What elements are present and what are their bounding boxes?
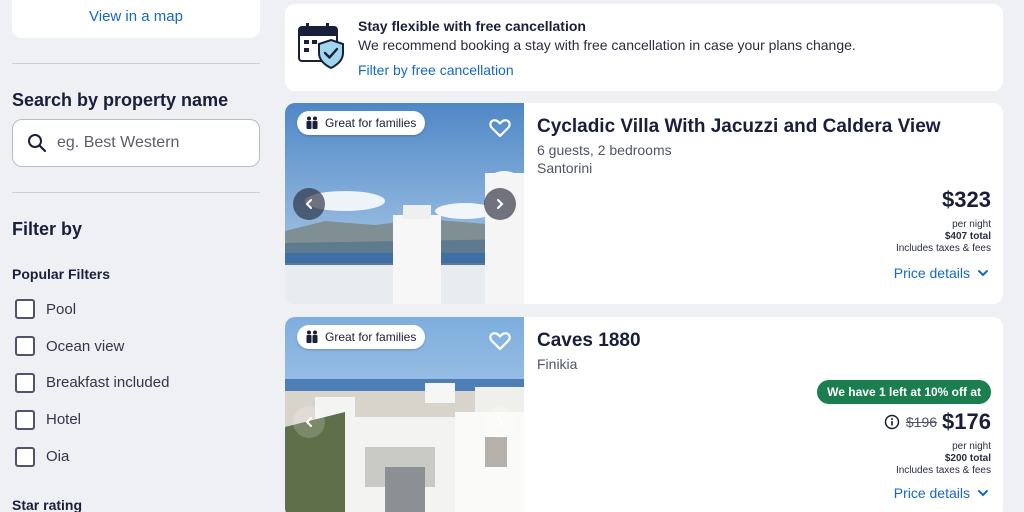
- chevron-right-icon: [497, 199, 504, 209]
- search-by-property-title: Search by property name: [12, 90, 229, 110]
- star-rating-title: Star rating: [12, 497, 83, 512]
- price-details-label: Price details: [893, 485, 970, 501]
- filter-pool[interactable]: Pool: [12, 291, 169, 328]
- popular-filters-list: Pool Ocean view Breakfast included Hotel…: [12, 291, 169, 475]
- checkbox[interactable]: [15, 409, 35, 430]
- checkbox[interactable]: [15, 336, 35, 357]
- family-icon: [306, 330, 318, 343]
- property-details: 6 guests, 2 bedrooms: [537, 142, 672, 158]
- chevron-right-icon: [497, 417, 504, 427]
- search-icon: [28, 134, 47, 153]
- next-image-button[interactable]: [484, 188, 516, 220]
- filter-label: Hotel: [46, 411, 82, 429]
- property-location: Santorini: [537, 160, 593, 176]
- family-icon: [306, 116, 318, 129]
- filter-label: Breakfast included: [46, 374, 170, 392]
- property-title[interactable]: Caves 1880: [537, 330, 641, 352]
- taxes-note: Includes taxes & fees: [895, 465, 991, 476]
- checkbox[interactable]: [15, 446, 35, 467]
- family-badge: Great for families: [297, 325, 426, 349]
- original-price: $196: [905, 414, 938, 430]
- divider: [12, 63, 260, 64]
- filter-free-cancellation-link[interactable]: Filter by free cancellation: [358, 62, 514, 78]
- property-image: Great for families: [285, 103, 524, 304]
- property-location: Finikia: [537, 356, 578, 372]
- badge-label: Great for families: [325, 330, 417, 344]
- chevron-left-icon: [305, 417, 312, 427]
- price-details-link[interactable]: Price details: [894, 265, 989, 281]
- banner-text: We recommend booking a stay with free ca…: [358, 37, 856, 53]
- total-price: $200 total: [944, 453, 991, 464]
- view-in-map-link[interactable]: View in a map: [89, 8, 183, 25]
- checkbox[interactable]: [15, 299, 35, 320]
- deal-badge: We have 1 left at 10% off at: [817, 380, 991, 404]
- filter-label: Oia: [46, 448, 70, 466]
- property-title[interactable]: Cycladic Villa With Jacuzzi and Caldera …: [537, 116, 941, 138]
- next-image-button[interactable]: [484, 406, 516, 438]
- filter-label: Pool: [46, 300, 77, 318]
- heart-icon[interactable]: [488, 329, 512, 353]
- filter-breakfast-included[interactable]: Breakfast included: [12, 365, 169, 402]
- heart-icon[interactable]: [488, 116, 512, 140]
- previous-image-button[interactable]: [293, 406, 325, 438]
- filter-oia[interactable]: Oia: [12, 438, 169, 475]
- chevron-left-icon: [305, 199, 312, 209]
- previous-image-button[interactable]: [293, 188, 325, 220]
- chevron-down-icon: [978, 490, 988, 497]
- checkbox[interactable]: [15, 372, 35, 393]
- price-block: $196 $176 per night $200 total Includes …: [884, 409, 991, 477]
- price: $176: [942, 409, 991, 434]
- price-block: $323 per night $407 total Includes taxes…: [896, 187, 991, 255]
- filter-ocean-view[interactable]: Ocean view: [12, 328, 169, 365]
- per-night: per night: [952, 219, 991, 230]
- price-details-link[interactable]: Price details: [894, 485, 989, 501]
- taxes-note: Includes taxes & fees: [895, 243, 991, 254]
- popular-filters-title: Popular Filters: [12, 266, 111, 282]
- property-search-input[interactable]: [57, 134, 247, 152]
- map-card: View in a map: [12, 0, 260, 38]
- badge-label: Great for families: [325, 116, 417, 130]
- free-cancellation-banner: Stay flexible with free cancellation We …: [285, 4, 1003, 91]
- price-details-label: Price details: [893, 265, 970, 281]
- per-night: per night: [952, 441, 991, 452]
- banner-title: Stay flexible with free cancellation: [358, 18, 586, 34]
- family-badge: Great for families: [297, 111, 426, 135]
- property-image: Great for families: [285, 317, 524, 512]
- property-search-field[interactable]: [12, 119, 260, 167]
- property-card[interactable]: Great for families Caves 1880 Finikia We…: [285, 317, 1003, 512]
- divider: [12, 192, 260, 193]
- chevron-down-icon: [978, 270, 988, 277]
- total-price: $407 total: [944, 231, 991, 242]
- price: $323: [942, 187, 991, 212]
- calendar-shield-icon: [298, 23, 344, 70]
- property-card[interactable]: Great for families Cycladic Villa With J…: [285, 103, 1003, 304]
- filter-by-title: Filter by: [12, 219, 83, 239]
- filter-label: Ocean view: [46, 337, 125, 355]
- info-icon[interactable]: [884, 414, 900, 430]
- filter-hotel[interactable]: Hotel: [12, 401, 169, 438]
